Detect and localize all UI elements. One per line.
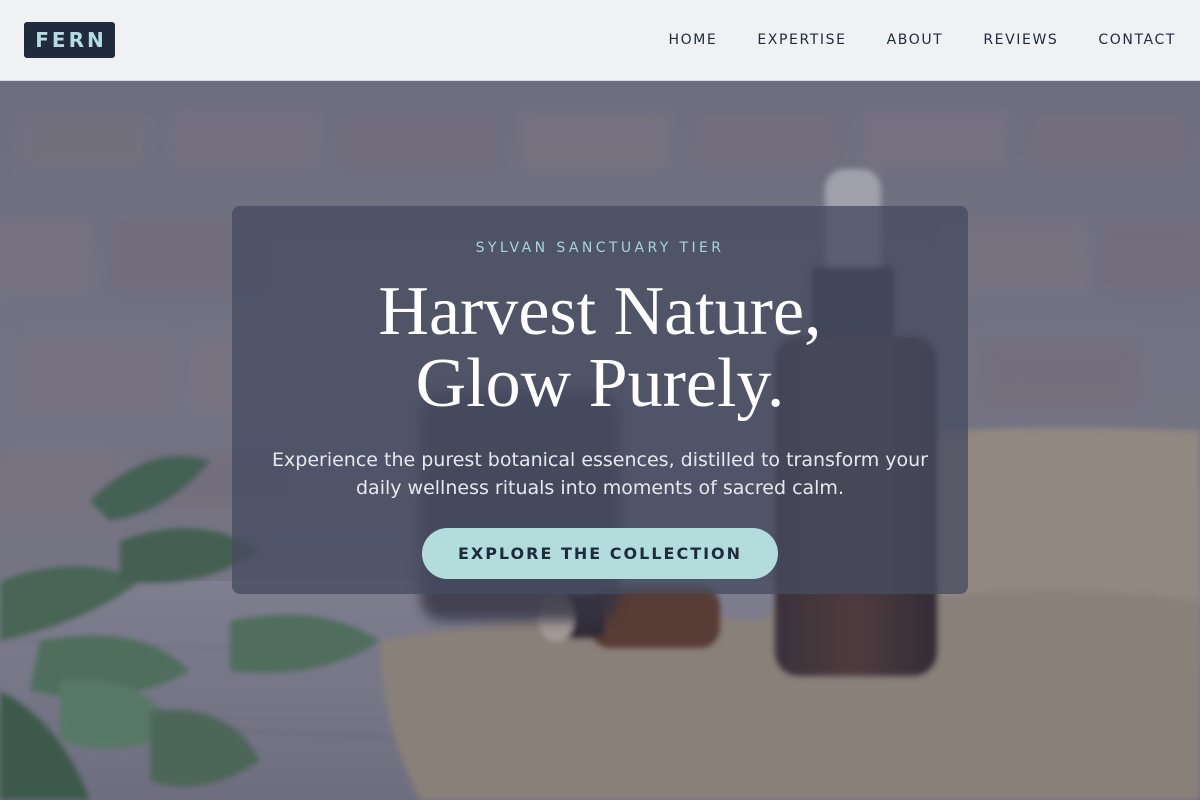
nav-reviews[interactable]: REVIEWS — [983, 32, 1058, 48]
hero-section: SYLVAN SANCTUARY TIER Harvest Nature, Gl… — [0, 81, 1200, 800]
brand-logo[interactable]: FERN — [24, 22, 115, 58]
nav-contact[interactable]: CONTACT — [1098, 32, 1176, 48]
headline-line-2: Glow Purely. — [415, 345, 785, 422]
hero-card: SYLVAN SANCTUARY TIER Harvest Nature, Gl… — [232, 206, 968, 594]
hero-description: Experience the purest botanical essences… — [272, 449, 928, 499]
nav-about[interactable]: ABOUT — [887, 32, 944, 48]
explore-collection-button[interactable]: EXPLORE THE COLLECTION — [422, 528, 778, 579]
headline-line-1: Harvest Nature, — [378, 273, 822, 350]
hero-headline: Harvest Nature, Glow Purely. — [232, 276, 968, 420]
main-nav: HOME EXPERTISE ABOUT REVIEWS CONTACT — [668, 32, 1176, 48]
hero-eyebrow: SYLVAN SANCTUARY TIER — [475, 240, 725, 256]
nav-expertise[interactable]: EXPERTISE — [757, 32, 846, 48]
site-header: FERN HOME EXPERTISE ABOUT REVIEWS CONTAC… — [0, 0, 1200, 81]
nav-home[interactable]: HOME — [668, 32, 717, 48]
